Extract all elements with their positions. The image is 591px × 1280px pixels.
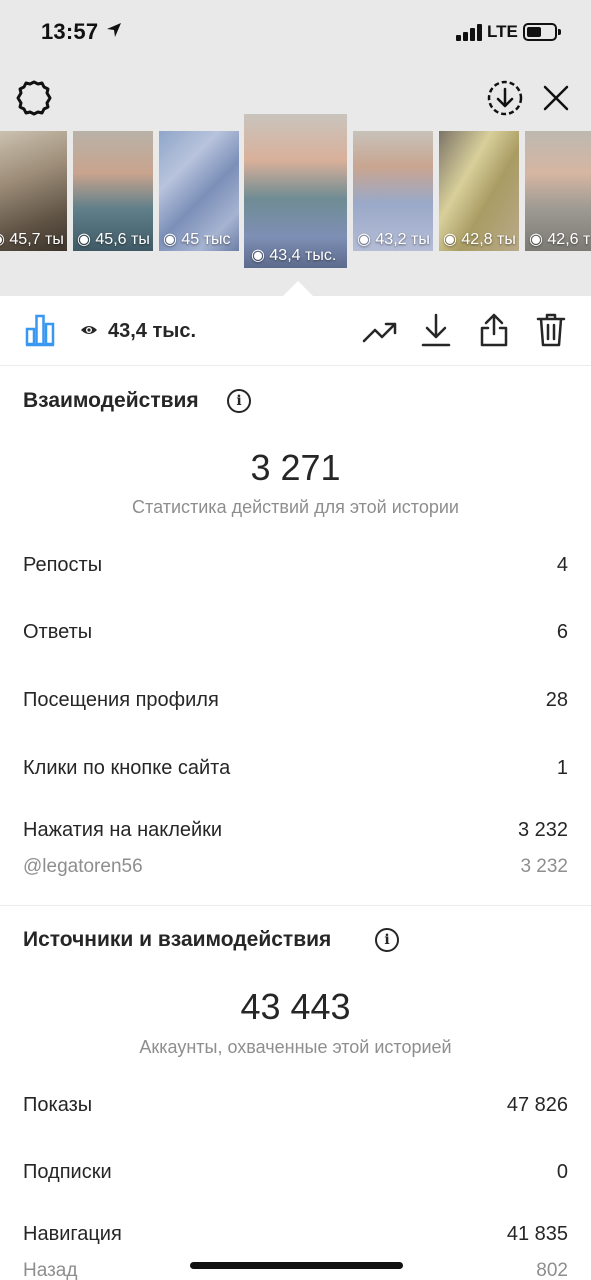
download-icon xyxy=(421,313,451,347)
story-thumbnail[interactable]: ◉ 45 тыс xyxy=(159,131,239,251)
story-views: ◉ 43,4 тыс. xyxy=(251,247,337,264)
network-type: LTE xyxy=(487,22,518,41)
discovery-total: 43 443 xyxy=(240,986,351,1027)
story-views-count: 43,4 тыс. xyxy=(108,320,197,342)
cell-signal-icon xyxy=(456,24,483,41)
battery-icon xyxy=(523,23,557,41)
info-icon[interactable]: i xyxy=(375,928,399,952)
story-toolbar: 43,4 тыс. xyxy=(0,296,591,366)
stat-label: Клики по кнопке сайта xyxy=(23,757,231,779)
stat-subvalue: 3 232 xyxy=(520,856,568,877)
stat-row-replies: Ответы 6 xyxy=(23,621,568,644)
eye-icon xyxy=(81,326,97,334)
story-preview-area: 13:57 LTE ◉ 45,7 ты xyxy=(0,0,591,296)
stat-row-website-clicks: Клики по кнопке сайта 1 xyxy=(23,757,568,780)
insights-tab[interactable] xyxy=(20,310,60,350)
interactions-total: 3 271 xyxy=(250,447,341,488)
discovery-title: Источники и взаимодействия xyxy=(23,928,332,951)
interactions-title: Взаимодействия xyxy=(23,389,199,412)
close-button[interactable] xyxy=(538,80,574,116)
stat-sublabel: @legatoren56 xyxy=(23,856,143,877)
share-icon xyxy=(480,313,508,347)
story-thumbnail[interactable]: ◉ 42,6 т xyxy=(525,131,591,251)
story-views: ◉ 45 тыс xyxy=(163,231,231,248)
story-thumbnail[interactable]: ◉ 45,7 ты xyxy=(0,131,67,251)
stat-value: 4 xyxy=(556,554,568,576)
stat-label: Показы xyxy=(23,1094,93,1116)
share-button[interactable] xyxy=(474,310,514,350)
promote-button[interactable] xyxy=(360,312,400,352)
selection-pointer xyxy=(283,281,313,296)
stat-value: 0 xyxy=(556,1161,568,1183)
story-views: ◉ 43,2 ты xyxy=(357,231,430,248)
stat-label: Нажатия на наклейки xyxy=(23,819,223,841)
stat-row-sticker-taps: Нажатия на наклейки 3 232 xyxy=(23,819,568,842)
story-views: ◉ 42,8 ты xyxy=(443,231,516,248)
interactions-caption: Статистика действий для этой истории xyxy=(132,497,459,517)
download-all-button[interactable] xyxy=(485,78,525,118)
stat-label: Навигация xyxy=(23,1223,122,1245)
stat-row-navigation: Навигация 41 835 xyxy=(23,1223,568,1246)
home-indicator[interactable] xyxy=(190,1262,403,1269)
stat-label: Подписки xyxy=(23,1161,112,1183)
delete-button[interactable] xyxy=(531,310,571,350)
stat-value: 28 xyxy=(545,689,568,711)
stat-value: 6 xyxy=(556,621,568,643)
stat-label: Посещения профиля xyxy=(23,689,219,711)
stat-subvalue: 802 xyxy=(536,1260,568,1280)
story-thumbnail-selected[interactable]: ◉ 43,4 тыс. xyxy=(244,114,347,268)
download-circle-icon xyxy=(487,80,523,116)
trending-up-icon xyxy=(362,322,397,343)
stat-label: Ответы xyxy=(23,621,93,643)
section-divider xyxy=(0,905,591,906)
story-thumbnail[interactable]: ◉ 42,8 ты xyxy=(439,131,519,251)
discovery-caption: Аккаунты, охваченные этой историей xyxy=(139,1037,452,1057)
story-views: ◉ 45,7 ты xyxy=(0,231,64,248)
settings-button[interactable] xyxy=(14,78,54,118)
story-thumbnail[interactable]: ◉ 45,6 ты xyxy=(73,131,153,251)
stat-row-follows: Подписки 0 xyxy=(23,1161,568,1184)
stat-value: 47 826 xyxy=(506,1094,568,1116)
stat-subrow-mention-sticker: @legatoren56 3 232 xyxy=(23,856,568,878)
stat-row-profile-visits: Посещения профиля 28 xyxy=(23,689,568,712)
location-arrow-icon xyxy=(107,23,121,37)
info-icon[interactable]: i xyxy=(227,389,251,413)
story-thumbnail[interactable]: ◉ 43,2 ты xyxy=(353,131,433,251)
stat-row-impressions: Показы 47 826 xyxy=(23,1094,568,1117)
gear-icon xyxy=(16,80,52,116)
download-button[interactable] xyxy=(416,310,456,350)
bar-chart-icon xyxy=(25,314,55,347)
status-bar: 13:57 LTE xyxy=(0,0,591,64)
stat-sublabel: Назад xyxy=(23,1260,78,1280)
close-icon xyxy=(543,85,569,111)
story-views: ◉ 45,6 ты xyxy=(77,231,150,248)
story-views: ◉ 42,6 т xyxy=(529,231,591,248)
stat-row-reposts: Репосты 4 xyxy=(23,554,568,577)
stat-value: 1 xyxy=(556,757,568,779)
trash-icon xyxy=(536,313,566,347)
stat-value: 41 835 xyxy=(506,1223,568,1245)
status-time: 13:57 xyxy=(41,19,99,44)
battery-tip xyxy=(558,29,561,35)
stat-value: 3 232 xyxy=(517,819,568,841)
stat-label: Репосты xyxy=(23,554,103,576)
